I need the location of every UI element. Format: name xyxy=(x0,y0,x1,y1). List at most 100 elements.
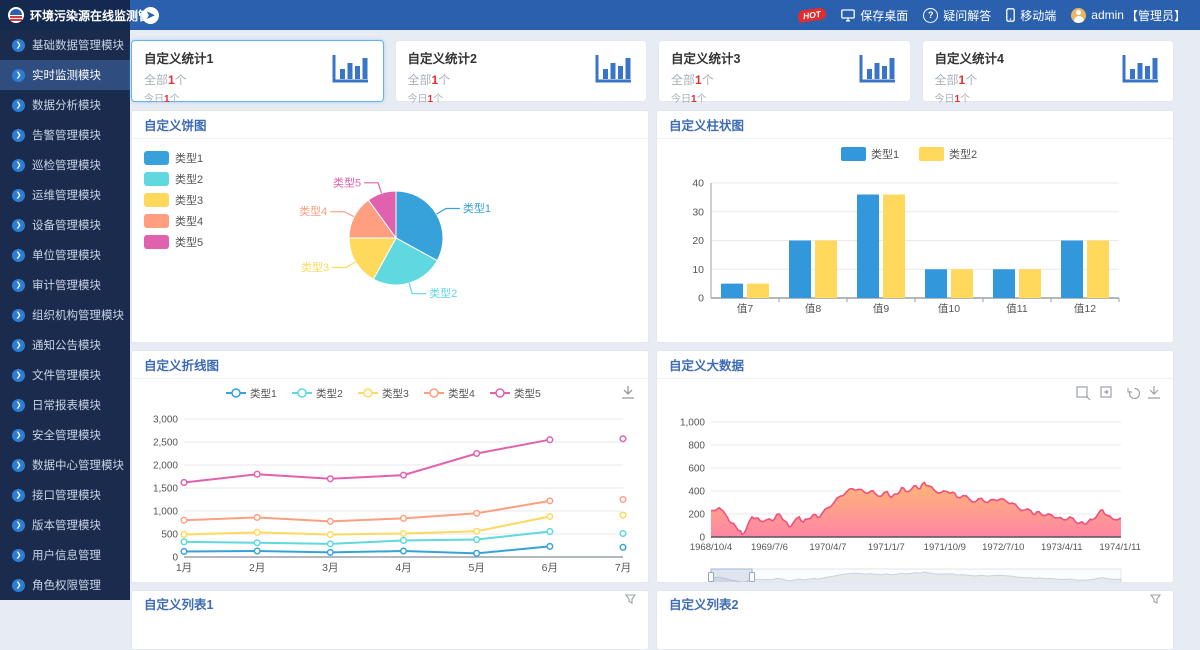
chevron-circle-icon: ❯ xyxy=(12,399,25,412)
sidebar-item-实时监测模块[interactable]: ❯实时监测模块 xyxy=(0,60,130,90)
line-legend-item[interactable]: 类型1 xyxy=(226,387,277,400)
back-button[interactable]: ➤︎back xyxy=(142,7,159,24)
sidebar-item-日常报表模块[interactable]: ❯日常报表模块 xyxy=(0,390,130,420)
stat-card-1[interactable]: 自定义统计1全部1个今日1个 xyxy=(131,40,384,102)
svg-text:类型1: 类型1 xyxy=(463,201,491,215)
sidebar-item-label: 告警管理模块 xyxy=(32,127,101,143)
chevron-circle-icon: ❯ xyxy=(12,519,25,532)
stat-card-3[interactable]: 自定义统计3全部1个今日1个 xyxy=(658,40,911,102)
sidebar-item-设备管理模块[interactable]: ❯设备管理模块 xyxy=(0,210,130,240)
line-panel-body: 05001,0001,5002,0002,5003,0001月2月3月4月5月6… xyxy=(132,379,648,583)
bar-legend-item[interactable]: 类型1 xyxy=(841,147,899,161)
box-zoom-icon[interactable] xyxy=(1077,387,1090,400)
zoom-reset-icon[interactable] xyxy=(1101,387,1111,397)
line-chart[interactable]: 05001,0001,5002,0002,5003,0001月2月3月4月5月6… xyxy=(132,379,649,583)
sidebar-item-角色权限管理[interactable]: ❯角色权限管理 xyxy=(0,570,130,600)
stat-card-2[interactable]: 自定义统计2全部1个今日1个 xyxy=(395,40,648,102)
sidebar-item-审计管理模块[interactable]: ❯审计管理模块 xyxy=(0,270,130,300)
svg-text:值10: 值10 xyxy=(938,302,960,315)
user-menu[interactable]: admin 【管理员】 xyxy=(1071,7,1186,24)
pie-legend-item[interactable]: 类型1 xyxy=(144,147,203,168)
sidebar-item-文件管理模块[interactable]: ❯文件管理模块 xyxy=(0,360,130,390)
sidebar-item-label: 文件管理模块 xyxy=(32,367,101,383)
sidebar-item-版本管理模块[interactable]: ❯版本管理模块 xyxy=(0,510,130,540)
svg-text:200: 200 xyxy=(688,510,705,521)
bottom-left-panel-title: 自定义列表1 xyxy=(144,594,213,613)
datazoom-slider[interactable] xyxy=(709,569,1122,583)
bottom-right-panel-title: 自定义列表2 xyxy=(669,594,738,613)
pie-legend-item[interactable]: 类型3 xyxy=(144,189,203,210)
sidebar-item-接口管理模块[interactable]: ❯接口管理模块 xyxy=(0,480,130,510)
svg-text:1973/4/11: 1973/4/11 xyxy=(1041,542,1083,553)
qa-label: 疑问解答 xyxy=(943,7,991,24)
svg-text:值7: 值7 xyxy=(737,302,753,315)
chevron-circle-icon: ❯ xyxy=(12,159,25,172)
legend-swatch xyxy=(144,151,169,165)
svg-text:1971/1/7: 1971/1/7 xyxy=(868,542,905,553)
bar-chart[interactable]: 010203040值7值8值9值10值11值12类型1类型2 xyxy=(657,139,1174,343)
pie-legend-item[interactable]: 类型4 xyxy=(144,210,203,231)
bar-panel: 自定义柱状图 010203040值7值8值9值10值11值12类型1类型2 xyxy=(656,110,1174,343)
hot-badge: HOT xyxy=(798,7,827,23)
svg-text:类型1: 类型1 xyxy=(871,147,899,161)
svg-text:值11: 值11 xyxy=(1006,302,1028,315)
chevron-circle-icon: ❯ xyxy=(12,249,25,262)
sidebar-item-运维管理模块[interactable]: ❯运维管理模块 xyxy=(0,180,130,210)
save-image-icon[interactable] xyxy=(622,386,634,398)
sidebar: ❯基础数据管理模块❯实时监测模块❯数据分析模块❯告警管理模块❯巡检管理模块❯运维… xyxy=(0,30,130,600)
svg-text:类型3: 类型3 xyxy=(382,387,409,400)
datazoom-handle[interactable] xyxy=(709,573,714,582)
sidebar-item-用户信息管理[interactable]: ❯用户信息管理 xyxy=(0,540,130,570)
sidebar-item-label: 接口管理模块 xyxy=(32,487,101,503)
line-legend-item[interactable]: 类型4 xyxy=(424,387,475,400)
mobile-button[interactable]: 移动端 xyxy=(1006,7,1056,24)
save-image-icon[interactable] xyxy=(1148,386,1160,398)
sidebar-item-数据分析模块[interactable]: ❯数据分析模块 xyxy=(0,90,130,120)
svg-text:10: 10 xyxy=(692,264,704,276)
sidebar-item-通知公告模块[interactable]: ❯通知公告模块 xyxy=(0,330,130,360)
pie-legend-item[interactable]: 类型2 xyxy=(144,168,203,189)
svg-text:7月: 7月 xyxy=(615,562,631,574)
line-panel-title: 自定义折线图 xyxy=(144,355,219,374)
sidebar-item-基础数据管理模块[interactable]: ❯ 基础数据管理模块 xyxy=(0,30,130,60)
svg-text:类型5: 类型5 xyxy=(514,387,541,400)
sidebar-item-安全管理模块[interactable]: ❯安全管理模块 xyxy=(0,420,130,450)
bigdata-area-chart[interactable]: 02004006008001,0001968/10/41969/7/61970/… xyxy=(657,379,1174,583)
legend-swatch xyxy=(144,214,169,228)
line-legend-item[interactable]: 类型2 xyxy=(292,387,343,400)
sidebar-item-告警管理模块[interactable]: ❯告警管理模块 xyxy=(0,120,130,150)
svg-text:4月: 4月 xyxy=(395,562,411,574)
save-desktop-button[interactable]: 保存桌面 xyxy=(841,7,908,24)
pie-legend: 类型1类型2 类型3 类型4类型5 xyxy=(144,147,203,252)
chevron-circle-icon: ❯ xyxy=(12,69,25,82)
datazoom-handle[interactable] xyxy=(750,573,755,582)
chevron-circle-icon: ❯ xyxy=(12,219,25,232)
svg-text:0: 0 xyxy=(698,293,704,305)
sidebar-item-数据中心管理模块[interactable]: ❯数据中心管理模块 xyxy=(0,450,130,480)
sidebar-item-组织机构管理模块[interactable]: ❯组织机构管理模块 xyxy=(0,300,130,330)
qa-button[interactable]: ? 疑问解答 xyxy=(923,7,991,24)
stat-card-4[interactable]: 自定义统计4全部1个今日1个 xyxy=(922,40,1175,102)
legend-label: 类型3 xyxy=(175,192,203,208)
line-panel: 自定义折线图 05001,0001,5002,0002,5003,0001月2月… xyxy=(131,350,649,583)
line-legend-item[interactable]: 类型3 xyxy=(358,387,409,400)
restore-icon[interactable] xyxy=(1128,388,1139,398)
chevron-circle-icon: ❯ xyxy=(12,39,25,52)
svg-text:1月: 1月 xyxy=(176,562,192,574)
svg-text:3月: 3月 xyxy=(322,562,338,574)
pie-chart[interactable]: 类型1类型2类型3类型4类型5 xyxy=(132,139,649,343)
sidebar-item-单位管理模块[interactable]: ❯单位管理模块 xyxy=(0,240,130,270)
stat-card-today: 今日1个 xyxy=(408,90,635,105)
app-title: 环境污染源在线监测管 xyxy=(30,7,150,24)
svg-text:5月: 5月 xyxy=(468,562,484,574)
svg-text:类型2: 类型2 xyxy=(949,147,977,161)
sidebar-item-巡检管理模块[interactable]: ❯巡检管理模块 xyxy=(0,150,130,180)
chevron-circle-icon: ❯ xyxy=(12,99,25,112)
sidebar-item-label: 角色权限管理 xyxy=(32,577,101,593)
bar-legend-item[interactable]: 类型2 xyxy=(919,147,977,161)
sidebar-item-label: 基础数据管理模块 xyxy=(32,37,124,53)
svg-text:6月: 6月 xyxy=(542,562,558,574)
pie-legend-item[interactable]: 类型5 xyxy=(144,231,203,252)
line-legend-item[interactable]: 类型5 xyxy=(490,387,541,400)
chevron-circle-icon: ❯ xyxy=(12,309,25,322)
